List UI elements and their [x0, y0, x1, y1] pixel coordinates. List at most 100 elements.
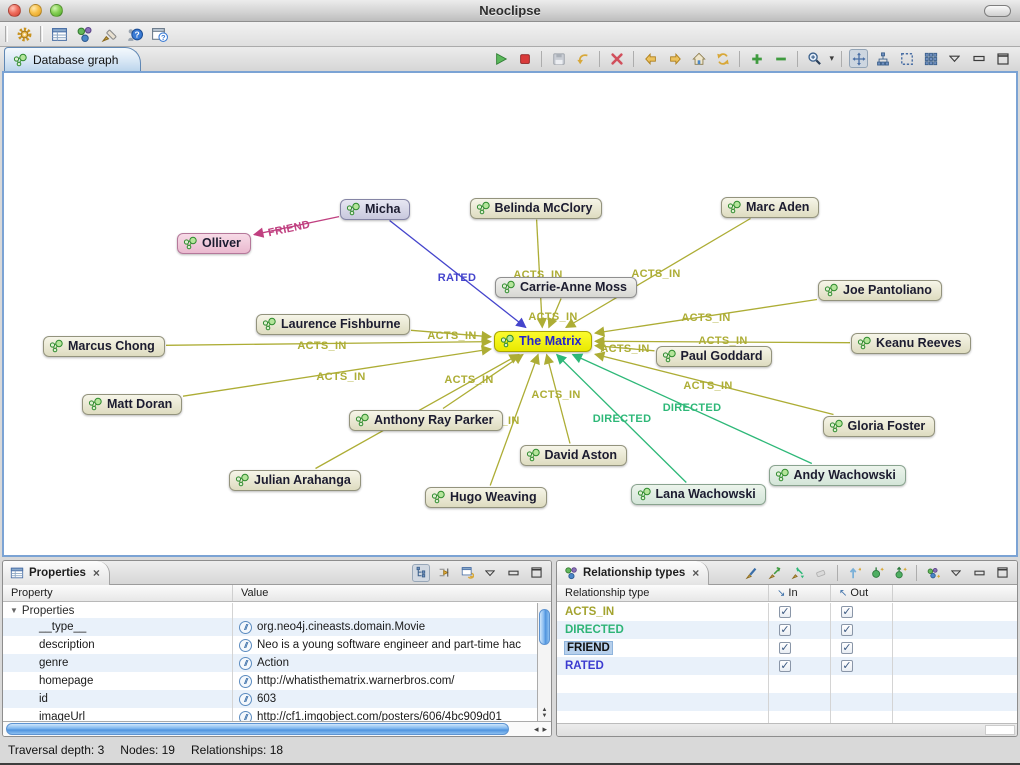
scrollbar-thumb[interactable] — [6, 723, 509, 735]
maximize-view-icon[interactable] — [527, 564, 545, 582]
property-row-imageUrl[interactable]: imageUrl//http://cf1.imgobject.com/poste… — [3, 708, 537, 721]
properties-horizontal-scrollbar[interactable]: ◂▸ — [3, 721, 551, 736]
checkbox[interactable]: ✓ — [779, 624, 791, 636]
graph-node-david[interactable]: David Aston — [520, 445, 627, 466]
view-menu-chevron[interactable] — [947, 564, 965, 582]
graph-node-paul[interactable]: Paul Goddard — [656, 346, 773, 367]
scrollbar-thumb[interactable] — [539, 609, 550, 645]
view-menu-chevron[interactable] — [945, 49, 964, 68]
column-header-in[interactable]: ↘In — [769, 585, 831, 601]
close-icon[interactable]: × — [692, 568, 699, 578]
forward-button[interactable] — [665, 49, 684, 68]
checkbox[interactable]: ✓ — [841, 606, 853, 618]
graph-node-hugo[interactable]: Hugo Weaving — [425, 487, 547, 508]
preferences-gear-icon[interactable] — [15, 25, 33, 43]
toolbar-drag-handle[interactable] — [5, 26, 8, 42]
graph-node-joe[interactable]: Joe Pantoliano — [818, 280, 942, 301]
highlight-relationship-button[interactable] — [743, 564, 761, 582]
view-menu-chevron[interactable] — [481, 564, 499, 582]
property-row-id[interactable]: id//603 — [3, 690, 537, 708]
minimize-view-icon[interactable] — [969, 49, 988, 68]
column-header-out[interactable]: ↖Out — [831, 585, 893, 601]
add-incoming-node-button[interactable]: ✦ — [845, 564, 863, 582]
graph-canvas[interactable]: FRIENDRATEDACTS_INACTS_INACTS_INACTS_INA… — [2, 71, 1018, 557]
tab-properties[interactable]: Properties × — [3, 561, 110, 585]
property-row-__type__[interactable]: __type__//org.neo4j.cineasts.domain.Movi… — [3, 618, 537, 636]
graph-node-matt[interactable]: Matt Doran — [82, 394, 182, 415]
highlight-outgoing-button[interactable] — [789, 564, 807, 582]
tab-database-graph[interactable]: Database graph — [4, 47, 141, 71]
relationship-row-RATED[interactable]: RATED✓✓ — [557, 657, 1017, 675]
minimize-view-icon[interactable] — [970, 564, 988, 582]
columns-mode-button[interactable] — [435, 564, 453, 582]
zoom-tool-button[interactable] — [805, 49, 824, 68]
refresh-button[interactable] — [713, 49, 732, 68]
dynamic-help-icon[interactable]: ? — [150, 25, 168, 43]
graph-node-marcaden[interactable]: Marc Aden — [721, 197, 819, 218]
graph-node-micha[interactable]: Micha — [340, 199, 410, 220]
home-button[interactable] — [689, 49, 708, 68]
help-contents-icon[interactable]: ? — [125, 25, 143, 43]
tree-mode-button[interactable] — [412, 564, 430, 582]
scrollbar-arrows[interactable]: ▲▼ — [538, 707, 551, 719]
relationship-bottom-scrollstrip[interactable] — [557, 723, 1017, 736]
graph-node-andy[interactable]: Andy Wachowski — [769, 465, 906, 486]
decorate-brush-icon[interactable] — [100, 25, 118, 43]
refresh-table-button[interactable] — [458, 564, 476, 582]
decrease-depth-button[interactable] — [771, 49, 790, 68]
graph-node-olliver[interactable]: Olliver — [177, 233, 251, 254]
checkbox[interactable]: ✓ — [841, 642, 853, 654]
graph-node-gloria[interactable]: Gloria Foster — [823, 416, 936, 437]
column-header-property[interactable]: Property — [3, 585, 233, 601]
property-row-description[interactable]: description//Neo is a young software eng… — [3, 636, 537, 654]
column-header-type[interactable]: Relationship type — [557, 585, 769, 601]
graph-view-icon[interactable] — [75, 25, 93, 43]
properties-table-icon[interactable] — [50, 25, 68, 43]
checkbox[interactable]: ✓ — [841, 624, 853, 636]
graph-node-anthony[interactable]: Anthony Ray Parker — [349, 410, 503, 431]
toolbar-toggle-pill[interactable] — [984, 5, 1011, 17]
maximize-view-icon[interactable] — [993, 564, 1011, 582]
spring-layout-button[interactable] — [849, 49, 868, 68]
stop-button[interactable] — [515, 49, 534, 68]
tab-relationship-types[interactable]: Relationship types × — [557, 561, 709, 585]
graph-node-carrie[interactable]: Carrie-Anne Moss — [495, 277, 637, 298]
graph-node-laurence[interactable]: Laurence Fishburne — [256, 314, 410, 335]
graph-node-julian[interactable]: Julian Arahanga — [229, 470, 361, 491]
graph-node-keanu[interactable]: Keanu Reeves — [851, 333, 971, 354]
scrollbar-arrows[interactable]: ◂▸ — [534, 722, 547, 736]
properties-category-row[interactable]: ▼Properties — [3, 603, 537, 618]
marquee-select-button[interactable] — [897, 49, 916, 68]
start-traversal-button[interactable] — [491, 49, 510, 68]
checkbox[interactable]: ✓ — [779, 660, 791, 672]
add-node-outgoing-button[interactable]: ✦ — [891, 564, 909, 582]
tree-layout-button[interactable] — [873, 49, 892, 68]
toolbar-drag-handle[interactable] — [40, 26, 43, 42]
revert-icon[interactable] — [573, 49, 592, 68]
highlight-incoming-button[interactable] — [766, 564, 784, 582]
back-button[interactable] — [641, 49, 660, 68]
property-row-homepage[interactable]: homepage//http://whatisthematrix.warnerb… — [3, 672, 537, 690]
graph-node-lana[interactable]: Lana Wachowski — [631, 484, 766, 505]
graph-node-marcus[interactable]: Marcus Chong — [43, 336, 165, 357]
checkbox[interactable]: ✓ — [779, 642, 791, 654]
zoom-dropdown-arrow[interactable]: ▾ — [829, 53, 834, 64]
relationship-row-FRIEND[interactable]: FRIEND✓✓ — [557, 639, 1017, 657]
checkbox[interactable]: ✓ — [779, 606, 791, 618]
grid-layout-button[interactable] — [921, 49, 940, 68]
relationship-row-ACTS_IN[interactable]: ACTS_IN✓✓ — [557, 603, 1017, 621]
add-node-incoming-button[interactable]: ✦ — [868, 564, 886, 582]
minimize-view-icon[interactable] — [504, 564, 522, 582]
save-icon[interactable] — [549, 49, 568, 68]
delete-icon[interactable] — [607, 49, 626, 68]
property-row-genre[interactable]: genre//Action — [3, 654, 537, 672]
graph-node-matrix[interactable]: The Matrix — [494, 331, 592, 352]
properties-vertical-scrollbar[interactable]: ▲▼ — [537, 603, 551, 721]
graph-node-belinda[interactable]: Belinda McClory — [470, 198, 603, 219]
increase-depth-button[interactable] — [747, 49, 766, 68]
close-icon[interactable]: × — [93, 568, 100, 578]
maximize-view-icon[interactable] — [993, 49, 1012, 68]
checkbox[interactable]: ✓ — [841, 660, 853, 672]
relationship-row-DIRECTED[interactable]: DIRECTED✓✓ — [557, 621, 1017, 639]
column-header-value[interactable]: Value — [233, 585, 551, 601]
